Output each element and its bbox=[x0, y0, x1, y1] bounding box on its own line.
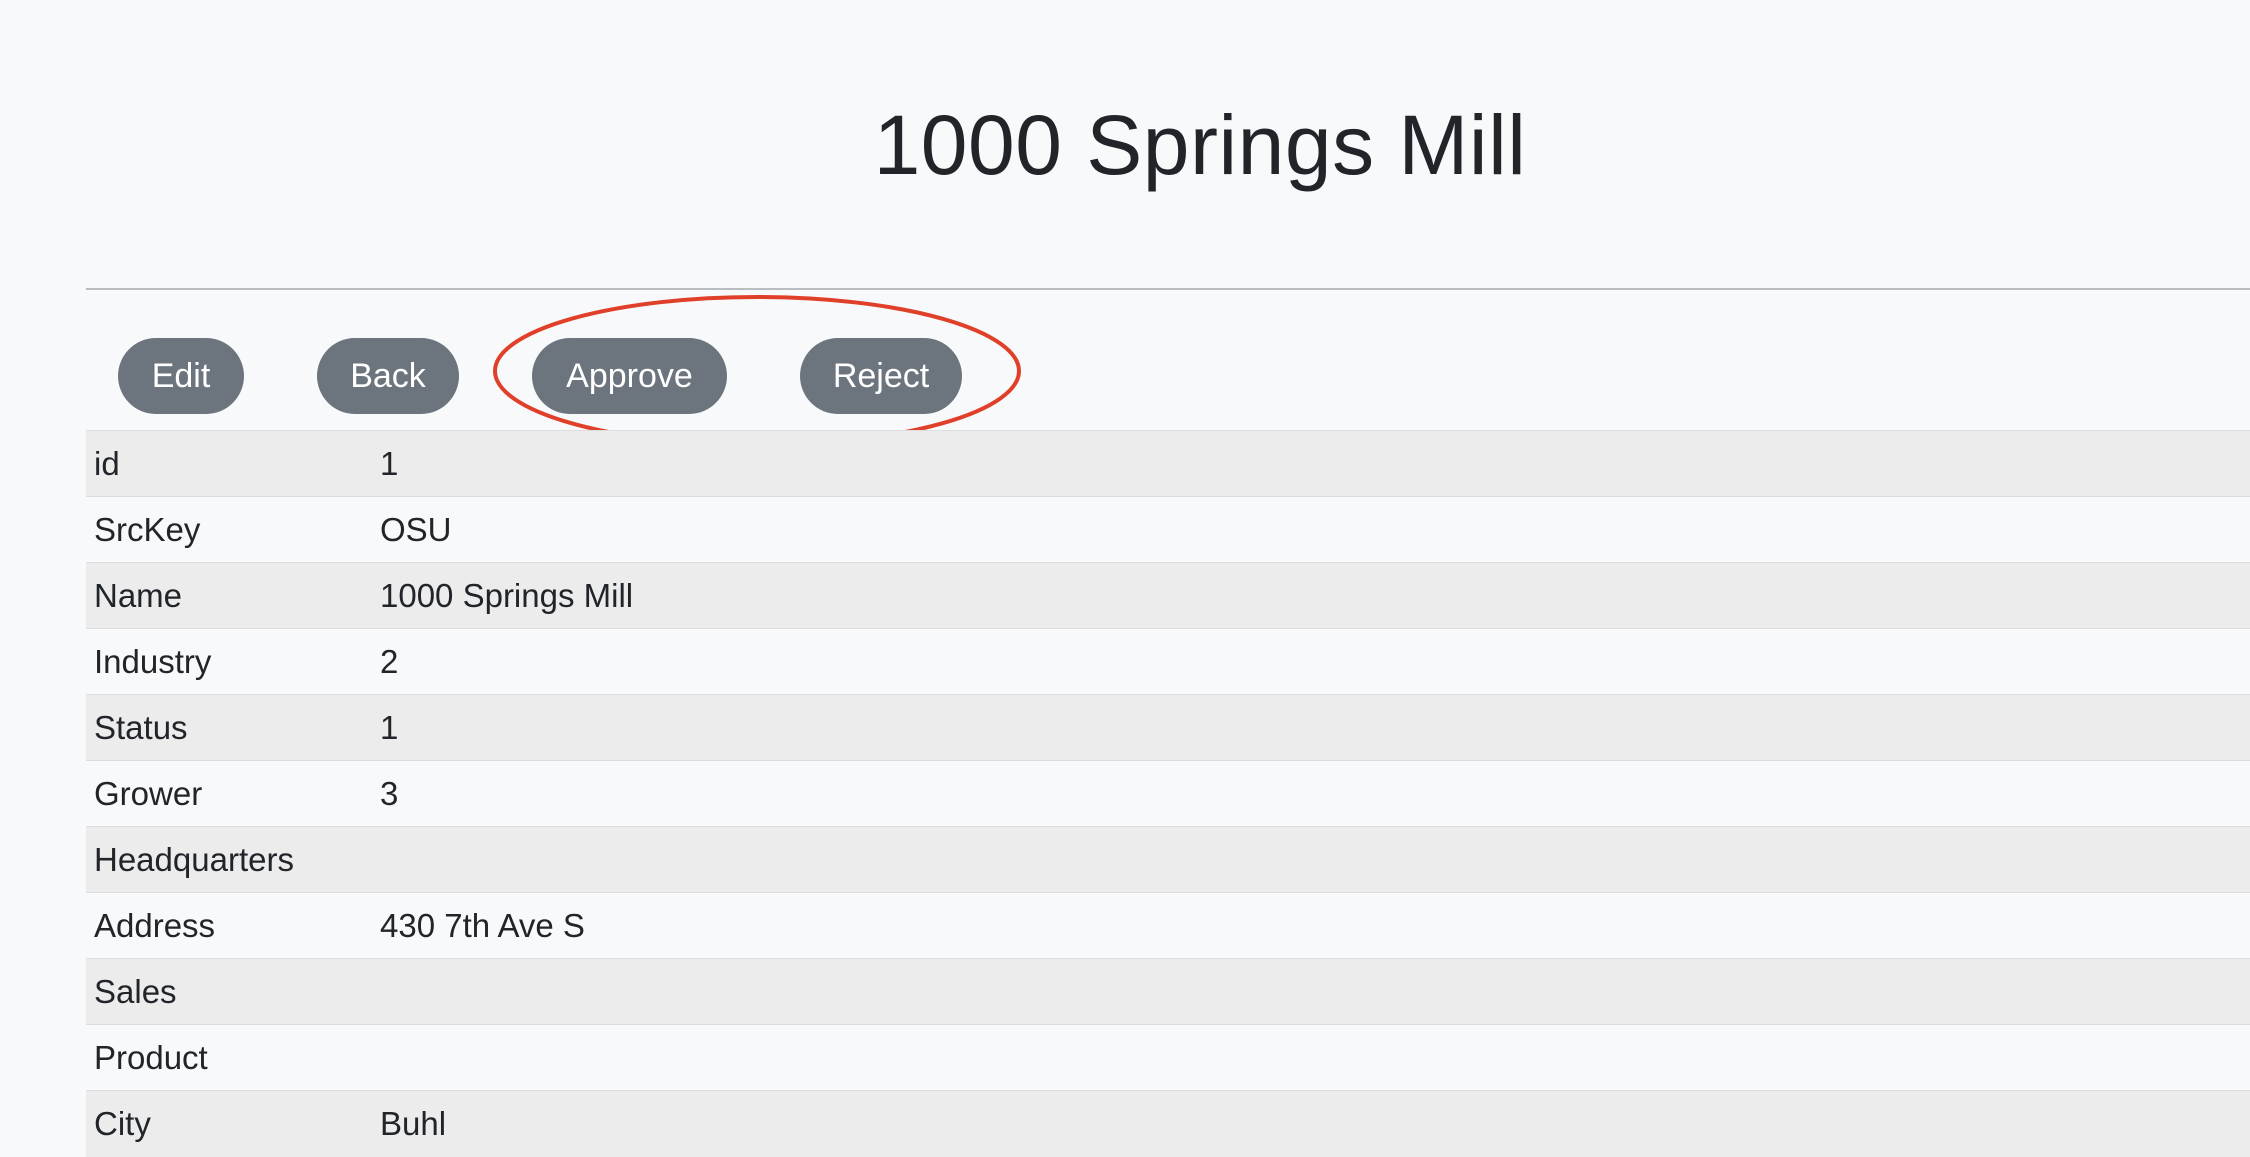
field-label: Product bbox=[86, 1024, 372, 1091]
table-row: Status 1 bbox=[86, 694, 2250, 761]
table-row: Industry 2 bbox=[86, 628, 2250, 695]
reject-button[interactable]: Reject bbox=[800, 338, 962, 414]
approve-button[interactable]: Approve bbox=[532, 338, 727, 414]
field-value: 1000 Springs Mill bbox=[372, 562, 2250, 629]
field-value bbox=[372, 826, 2250, 893]
table-row: Name 1000 Springs Mill bbox=[86, 562, 2250, 629]
header-divider bbox=[86, 288, 2250, 290]
table-row: SrcKey OSU bbox=[86, 496, 2250, 563]
field-value: Buhl bbox=[372, 1090, 2250, 1157]
field-value: OSU bbox=[372, 496, 2250, 563]
page-title: 1000 Springs Mill bbox=[873, 98, 1527, 192]
field-value: 1 bbox=[372, 694, 2250, 761]
field-value: 3 bbox=[372, 760, 2250, 827]
back-button[interactable]: Back bbox=[317, 338, 459, 414]
field-label: City bbox=[86, 1090, 372, 1157]
field-value bbox=[372, 1024, 2250, 1091]
edit-button[interactable]: Edit bbox=[118, 338, 244, 414]
field-label: Industry bbox=[86, 628, 372, 695]
field-label: Sales bbox=[86, 958, 372, 1025]
details-table: id 1 SrcKey OSU Name 1000 Springs Mill Industr… bbox=[86, 430, 2250, 1157]
table-row: id 1 bbox=[86, 430, 2250, 497]
field-label: Name bbox=[86, 562, 372, 629]
table-row: Product bbox=[86, 1024, 2250, 1091]
table-row: Sales bbox=[86, 958, 2250, 1025]
table-row: Headquarters bbox=[86, 826, 2250, 893]
field-label: Grower bbox=[86, 760, 372, 827]
field-label: SrcKey bbox=[86, 496, 372, 563]
field-label: Status bbox=[86, 694, 372, 761]
table-row: Address 430 7th Ave S bbox=[86, 892, 2250, 959]
field-value: 2 bbox=[372, 628, 2250, 695]
table-row: Grower 3 bbox=[86, 760, 2250, 827]
field-label: id bbox=[86, 430, 372, 497]
field-label: Headquarters bbox=[86, 826, 372, 893]
field-value bbox=[372, 958, 2250, 1025]
field-value: 1 bbox=[372, 430, 2250, 497]
field-label: Address bbox=[86, 892, 372, 959]
table-row: City Buhl bbox=[86, 1090, 2250, 1157]
field-value: 430 7th Ave S bbox=[372, 892, 2250, 959]
